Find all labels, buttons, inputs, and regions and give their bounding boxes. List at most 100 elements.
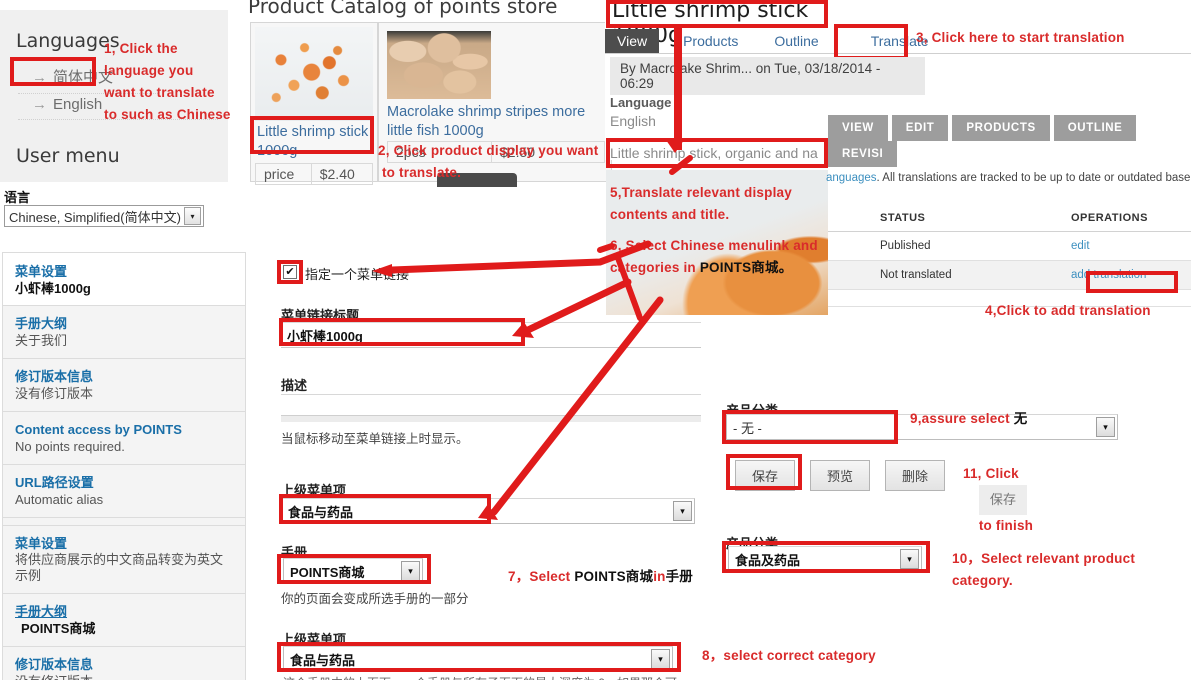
th-status: STATUS: [870, 205, 1061, 232]
product-name-2[interactable]: Macrolake shrimp stripes more little fis…: [387, 103, 609, 141]
annotation-4: 4,Click to add translation: [985, 303, 1151, 318]
cn-heading: 修订版本信息: [15, 369, 94, 384]
tab-products[interactable]: Products: [671, 29, 750, 53]
cn-block-revision[interactable]: 修订版本信息 没有修订版本: [2, 359, 246, 412]
highlight-box-checkbox: [277, 260, 303, 284]
desc-input[interactable]: [281, 394, 701, 416]
cn-heading: 手册大纲: [15, 604, 68, 619]
admin-tab-outline[interactable]: OUTLINE: [1053, 115, 1137, 141]
menu-link-checkbox-label: 指定一个菜单链接: [305, 267, 410, 282]
highlight-box-category-1: [722, 410, 898, 444]
annotation-5: 5,Translate relevant display contents an…: [610, 185, 792, 222]
highlight-box-product-1: [250, 116, 374, 154]
cn-sidebar-group-2: 菜单设置 将供应商展示的中文商品转变为英文示例 手册大纲 POINTS商城 修订…: [2, 525, 246, 680]
language-select-label: 语言: [4, 190, 31, 205]
chevron-down-icon: ▾: [1096, 417, 1115, 437]
cn-sub: 小虾棒1000g: [15, 281, 91, 296]
annotation-2: 2, Click product display you want to tra…: [378, 143, 599, 180]
highlight-box-parent-1: [279, 494, 491, 524]
desc-input-shadow: [281, 416, 701, 422]
price-label-1: price: [255, 163, 312, 185]
admin-note-link[interactable]: anguages: [826, 172, 877, 184]
annotation-7: 7，Select POINTS商城in手册: [508, 566, 693, 588]
row-status-published: Published: [870, 231, 1061, 261]
table-row: Published edit: [828, 231, 1191, 261]
cn-block-menu-settings[interactable]: 菜单设置 小虾棒1000g: [2, 252, 246, 306]
product-price-table-1: price $2.40: [255, 163, 374, 185]
screenshot-root: Languages → 简体中文 → English User menu 1, Cl…: [0, 0, 1191, 680]
cn-sub: 关于我们: [15, 333, 68, 348]
cn-sub: Automatic alias: [15, 492, 104, 507]
cn-sub: 没有修订版本: [15, 386, 94, 401]
th-operations: OPERATIONS: [1061, 205, 1191, 232]
highlight-box-parent-2: [277, 642, 681, 672]
tab-view[interactable]: View: [605, 29, 660, 53]
cn-heading: Content access by POINTS: [15, 422, 182, 437]
cn-sub: No points required.: [15, 439, 125, 454]
cn-heading: 手册大纲: [15, 316, 68, 331]
annotation-9-red: 9,assure select: [910, 411, 1014, 426]
cn-block-outline-2[interactable]: 手册大纲 POINTS商城: [2, 594, 246, 647]
cn-block-url-alias[interactable]: URL路径设置 Automatic alias: [2, 465, 246, 518]
highlight-box-manual: [277, 554, 431, 584]
cn-block-outline[interactable]: 手册大纲 关于我们: [2, 306, 246, 359]
parent-menu-help-2: 这个手册中的上页面。一个手册与所有子页面的最大深度为 9，如果那个可: [283, 674, 703, 680]
annotation-7-red: 7，Select: [508, 569, 575, 584]
row-blank-1: [828, 231, 870, 261]
admin-tab-revisions[interactable]: REVISI: [828, 141, 898, 167]
cn-heading: 修订版本信息: [15, 657, 94, 672]
highlight-box-menu-title: [279, 318, 525, 346]
annotation-10: 10，Select relevant product category.: [952, 551, 1136, 588]
annotation-7-black2: 手册: [665, 569, 694, 584]
language-select-value: Chinese, Simplified(简体中文): [9, 209, 181, 225]
panel-top-spacer: [0, 0, 228, 10]
user-menu-title: User menu: [16, 145, 120, 167]
desc-help: 当鼠标移动至菜单链接上时显示。: [281, 432, 469, 446]
admin-tab-view[interactable]: VIEW: [828, 115, 888, 141]
annotation-11-save-chip: 保存: [978, 485, 1028, 515]
annotation-11: 11, Click 保存 to finish: [963, 463, 1033, 559]
annotation-6-black: POINTS商城。: [699, 260, 793, 275]
tab-outline[interactable]: Outline: [762, 29, 830, 53]
product-card-1[interactable]: Little shrimp stick 1000g price $2.40: [250, 22, 378, 185]
highlight-box-node-body: [606, 138, 828, 168]
cn-block-revision-2[interactable]: 修订版本信息 没有修订版本: [2, 647, 246, 680]
delete-button[interactable]: 删除: [885, 460, 946, 491]
language-select[interactable]: Chinese, Simplified(简体中文) ▾: [4, 205, 204, 227]
cn-heading: URL路径设置: [15, 475, 94, 490]
highlight-box-add-translation: [1086, 271, 1178, 293]
highlight-box-language-zh: [10, 57, 96, 86]
cn-block-menu-settings-2[interactable]: 菜单设置 将供应商展示的中文商品转变为英文示例: [2, 525, 246, 594]
row-blank-2: [828, 260, 870, 290]
node-language-value: English: [610, 113, 656, 129]
annotation-3: 3, Click here to start translation: [916, 30, 1125, 45]
admin-tab-edit[interactable]: EDIT: [891, 115, 949, 141]
product-image-2: [387, 31, 491, 99]
row-operation-edit[interactable]: edit: [1071, 240, 1090, 252]
cn-sidebar-group-1: 菜单设置 小虾棒1000g 手册大纲 关于我们 修订版本信息 没有修订版本 Co…: [2, 252, 246, 540]
highlight-box-node-title: [606, 0, 828, 28]
chevron-down-icon: ▾: [184, 207, 201, 225]
annotation-11-prefix: 11, Click: [963, 466, 1019, 481]
chevron-down-icon: ▾: [673, 501, 692, 521]
annotation-9: 9,assure select 无: [910, 408, 1027, 430]
annotation-7-suffix: in: [653, 569, 666, 584]
annotation-6: 6, Select Chinese menulink and categorie…: [610, 235, 840, 279]
node-language-label: Language: [610, 95, 672, 110]
cn-sub: 将供应商展示的中文商品转变为英文示例: [15, 552, 224, 583]
price-value-1: $2.40: [310, 163, 374, 185]
admin-tab-products[interactable]: PRODUCTS: [952, 115, 1050, 141]
preview-button[interactable]: 预览: [810, 460, 871, 491]
cn-sub: 没有修订版本: [15, 673, 233, 680]
highlight-box-translate-tab: [834, 24, 908, 60]
admin-tabbar: VIEW EDIT PRODUCTS OUTLINE REVISI: [828, 115, 1191, 167]
connector-arrowhead: [666, 140, 684, 153]
th-blank: [828, 205, 870, 232]
catalog-title: Product Catalog of points store: [248, 0, 558, 18]
node-byline: By Macrolake Shrim... on Tue, 03/18/2014…: [610, 57, 925, 95]
desc-label: 描述: [281, 378, 308, 393]
highlight-box-save: [726, 454, 802, 490]
cn-block-content-access[interactable]: Content access by POINTS No points requi…: [2, 412, 246, 465]
arrow-icon: →: [32, 96, 47, 113]
row-status-not-translated: Not translated: [870, 260, 1061, 290]
